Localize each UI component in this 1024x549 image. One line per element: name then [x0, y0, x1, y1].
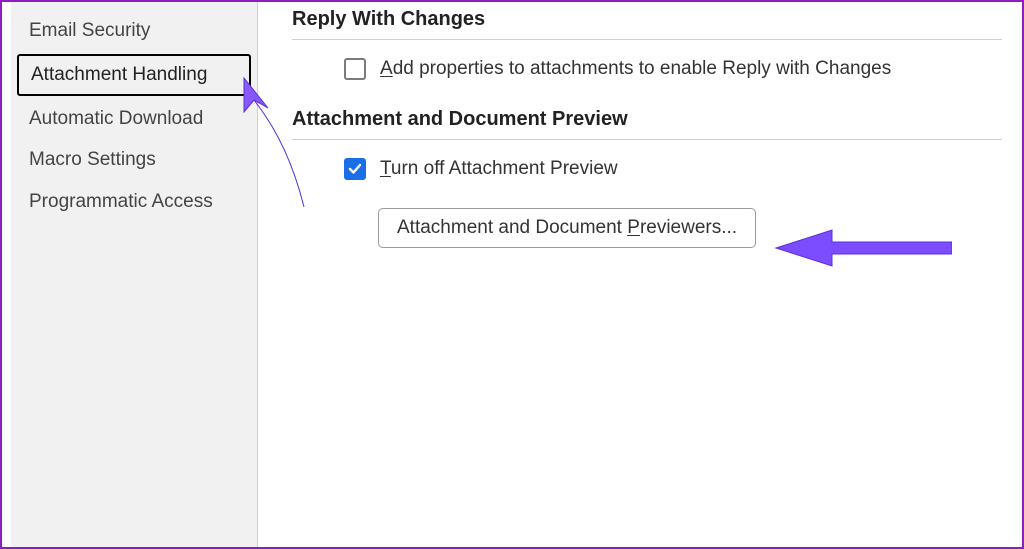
layout: Email Security Attachment Handling Autom…: [11, 2, 1022, 547]
sidebar-item-label: Macro Settings: [29, 149, 156, 170]
option-label: Turn off Attachment Preview: [380, 158, 618, 180]
sidebar-item-label: Attachment Handling: [31, 64, 207, 85]
window-frame: Email Security Attachment Handling Autom…: [0, 0, 1024, 549]
sidebar-item-macro-settings[interactable]: Macro Settings: [11, 139, 257, 181]
sidebar-item-label: Automatic Download: [29, 108, 203, 129]
sidebar-item-programmatic-access[interactable]: Programmatic Access: [11, 181, 257, 223]
trust-center-sidebar: Email Security Attachment Handling Autom…: [11, 2, 258, 547]
divider: [292, 139, 1002, 140]
sidebar-item-label: Programmatic Access: [29, 191, 213, 212]
checkbox-turn-off-preview[interactable]: [344, 158, 366, 180]
option-label: Add properties to attachments to enable …: [380, 58, 891, 80]
sidebar-item-attachment-handling[interactable]: Attachment Handling: [17, 54, 251, 96]
option-turn-off-preview[interactable]: Turn off Attachment Preview: [292, 158, 1002, 180]
option-add-properties[interactable]: Add properties to attachments to enable …: [292, 58, 1002, 80]
divider: [292, 39, 1002, 40]
sidebar-item-automatic-download[interactable]: Automatic Download: [11, 98, 257, 140]
section-title-reply-with-changes: Reply With Changes: [292, 8, 1002, 31]
content-pane: Reply With Changes Add properties to att…: [258, 2, 1022, 547]
sidebar-item-label: Email Security: [29, 20, 150, 41]
previewers-button[interactable]: Attachment and Document Previewers...: [378, 208, 756, 248]
section-title-attachment-preview: Attachment and Document Preview: [292, 108, 1002, 131]
checkbox-add-properties[interactable]: [344, 58, 366, 80]
sidebar-item-email-security[interactable]: Email Security: [11, 10, 257, 52]
